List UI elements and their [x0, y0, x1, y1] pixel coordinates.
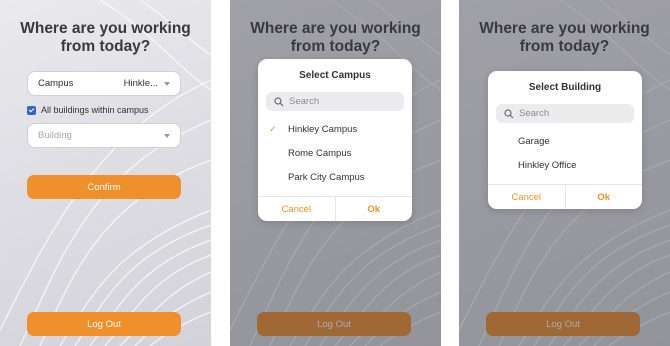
- confirm-button[interactable]: Confirm: [27, 175, 181, 199]
- campus-option[interactable]: Park City Campus: [258, 165, 412, 189]
- logout-label: Log Out: [317, 318, 351, 330]
- title-line-2: from today?: [60, 38, 151, 55]
- logout-button[interactable]: Log Out: [257, 312, 411, 336]
- option-label: Rome Campus: [288, 147, 352, 159]
- all-buildings-label: All buildings within campus: [41, 105, 149, 115]
- cancel-button[interactable]: Cancel: [258, 197, 335, 221]
- page-title: Where are you working from today?: [459, 20, 670, 56]
- logout-label: Log Out: [546, 318, 580, 330]
- confirm-label: Confirm: [87, 181, 121, 193]
- select-campus-modal: Select Campus Search ✓ Hinkley Campus Ro…: [258, 59, 412, 221]
- chevron-down-icon: [164, 133, 170, 138]
- option-label: Park City Campus: [288, 171, 365, 183]
- search-input[interactable]: Search: [266, 92, 404, 111]
- search-icon: [274, 96, 284, 106]
- search-input[interactable]: Search: [496, 104, 634, 123]
- cancel-button[interactable]: Cancel: [488, 185, 565, 209]
- checkmark-icon: ✓: [269, 123, 277, 134]
- title-line-1: Where are you working: [250, 20, 421, 37]
- building-select[interactable]: Building: [27, 123, 181, 148]
- title-line-2: from today?: [519, 38, 610, 55]
- page-title: Where are you working from today?: [230, 20, 441, 56]
- option-label: Garage: [518, 135, 550, 147]
- campus-value: Hinkle...: [123, 78, 158, 89]
- modal-footer: Cancel Ok: [258, 196, 412, 221]
- campus-option[interactable]: Rome Campus: [258, 141, 412, 165]
- logout-button[interactable]: Log Out: [486, 312, 640, 336]
- page-title: Where are you working from today?: [0, 20, 211, 56]
- search-placeholder: Search: [289, 96, 320, 107]
- option-label: Hinkley Campus: [288, 123, 358, 135]
- ok-button[interactable]: Ok: [334, 197, 413, 221]
- checkbox-checked-icon[interactable]: [27, 105, 36, 115]
- campus-select[interactable]: Campus Hinkle...: [27, 71, 181, 96]
- modal-title: Select Campus: [299, 70, 371, 81]
- option-label: Hinkley Office: [518, 159, 577, 171]
- all-buildings-checkbox-row[interactable]: All buildings within campus: [27, 105, 149, 115]
- modal-title: Select Building: [528, 82, 602, 93]
- building-placeholder: Building: [38, 130, 72, 141]
- search-icon: [504, 108, 514, 118]
- campus-option[interactable]: ✓ Hinkley Campus: [258, 117, 412, 141]
- screen-location-form: Where are you working from today? Campus…: [0, 0, 211, 346]
- ok-button[interactable]: Ok: [564, 185, 643, 209]
- title-line-1: Where are you working: [20, 20, 191, 37]
- title-line-1: Where are you working: [479, 20, 650, 37]
- search-placeholder: Search: [519, 108, 550, 119]
- chevron-down-icon: [164, 81, 170, 86]
- select-building-modal: Select Building Search Garage Hinkley Of…: [488, 71, 642, 209]
- logout-button[interactable]: Log Out: [27, 312, 181, 336]
- building-option[interactable]: Hinkley Office: [488, 153, 642, 177]
- campus-label: Campus: [38, 78, 74, 89]
- modal-footer: Cancel Ok: [488, 184, 642, 209]
- title-line-2: from today?: [290, 38, 381, 55]
- logout-label: Log Out: [87, 318, 121, 330]
- building-option[interactable]: Garage: [488, 129, 642, 153]
